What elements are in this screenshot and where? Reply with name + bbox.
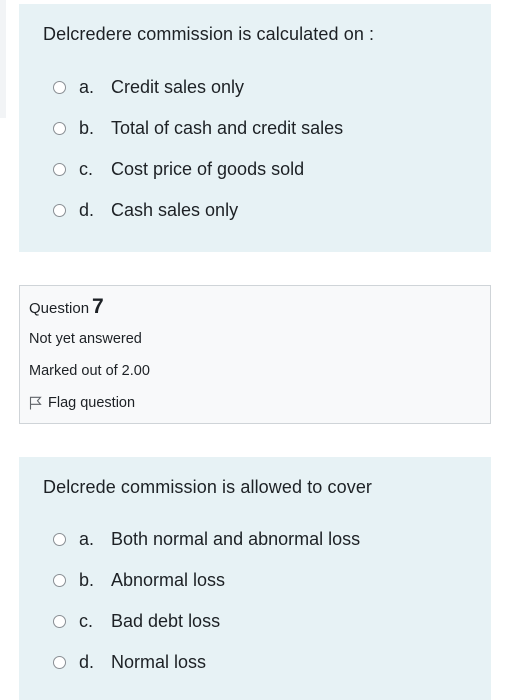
question-number-heading: Question 7 (29, 295, 104, 319)
answer-option-d[interactable]: d. Normal loss (53, 650, 206, 674)
radio-button[interactable] (53, 532, 66, 546)
radio-button[interactable] (53, 655, 66, 669)
answer-label: Both normal and abnormal loss (111, 528, 361, 549)
question-state: Not yet answered (29, 331, 142, 347)
answer-option-d[interactable]: d. Cash sales only (53, 198, 238, 222)
answer-option-b[interactable]: b. Total of cash and credit sales (53, 116, 343, 140)
answer-label: Cost price of goods sold (111, 158, 305, 179)
answer-option-b[interactable]: b. Abnormal loss (53, 568, 225, 592)
question-grade: Marked out of 2.00 (29, 363, 150, 379)
radio-button[interactable] (53, 80, 66, 94)
radio-button[interactable] (53, 203, 66, 217)
radio-button[interactable] (53, 573, 66, 587)
question-info-box: Question 7 Not yet answered Marked out of… (19, 285, 491, 424)
question-prompt: Delcrede commission is allowed to cover (43, 477, 373, 497)
flag-question-label: Flag question (48, 395, 136, 411)
question-text-card: Delcrede commission is allowed to cover … (19, 457, 491, 700)
flag-icon (29, 396, 42, 410)
answer-letter: c. (79, 610, 94, 631)
radio-button[interactable] (53, 162, 66, 176)
question-prompt: Delcredere commission is calculated on : (43, 24, 375, 44)
radio-button[interactable] (53, 121, 66, 135)
answer-letter: c. (79, 158, 94, 179)
left-edge-bar (0, 0, 6, 118)
answer-option-c[interactable]: c. Bad debt loss (53, 609, 220, 633)
question-text-card: Delcredere commission is calculated on :… (19, 4, 491, 252)
radio-button[interactable] (53, 614, 66, 628)
answer-label: Cash sales only (111, 199, 239, 220)
answer-label: Credit sales only (111, 76, 245, 97)
answer-label: Bad debt loss (111, 610, 221, 631)
flag-question-link[interactable]: Flag question (29, 395, 135, 411)
answer-letter: b. (79, 569, 95, 590)
answer-letter: d. (79, 199, 95, 220)
answer-letter: a. (79, 528, 95, 549)
answer-label: Abnormal loss (111, 569, 226, 590)
answer-letter: d. (79, 651, 95, 672)
answer-option-c[interactable]: c. Cost price of goods sold (53, 157, 304, 181)
question-label: Question (29, 300, 90, 317)
answer-letter: b. (79, 117, 95, 138)
answer-option-a[interactable]: a. Credit sales only (53, 75, 244, 99)
question-number: 7 (92, 295, 104, 318)
answer-label: Normal loss (111, 651, 207, 672)
answer-label: Total of cash and credit sales (111, 117, 344, 138)
answer-option-a[interactable]: a. Both normal and abnormal loss (53, 527, 360, 551)
answer-letter: a. (79, 76, 95, 97)
